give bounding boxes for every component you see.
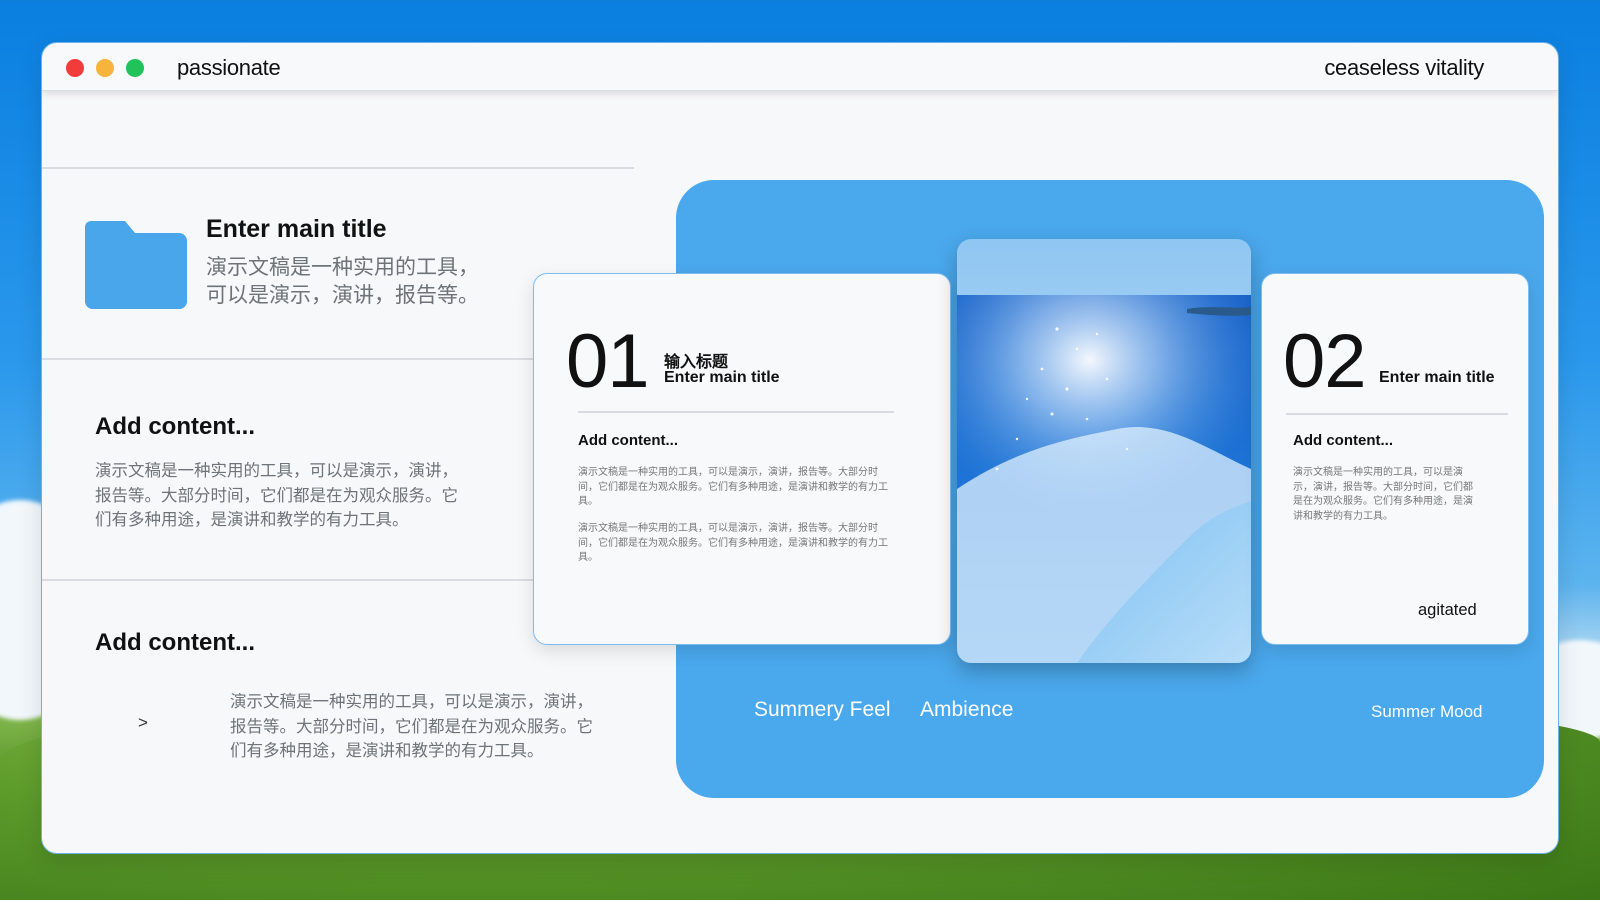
window-right-label: ceaseless vitality	[1324, 55, 1484, 80]
title-bar: passionate ceaseless vitality	[42, 43, 1558, 91]
panel-label-ambience: Ambience	[920, 698, 1014, 721]
main-text-line: 演示文稿是一种实用的工具，	[206, 256, 479, 279]
card-title-en: Enter main title	[1379, 369, 1495, 386]
content-text-line: 演示文稿是一种实用的工具，可以是演示，演讲，	[95, 462, 458, 480]
close-button[interactable]	[66, 59, 84, 77]
divider	[42, 579, 542, 581]
card-number: 01	[566, 319, 650, 404]
sea-photo-image	[957, 239, 1251, 663]
card-01: 01 输入标题 Enter main title Add content... …	[533, 273, 951, 645]
minimize-button[interactable]	[96, 59, 114, 77]
divider	[42, 358, 542, 360]
card-02: 02 Enter main title Add content... 演示文稿是…	[1261, 273, 1529, 645]
app-window: passionate ceaseless vitality Enter main…	[41, 42, 1559, 854]
content-text-line: 们有多种用途，是演讲和教学的有力工具。	[230, 742, 544, 760]
card-footer-label: agitated	[1418, 601, 1477, 619]
chevron-right-icon[interactable]: >	[138, 713, 148, 733]
card-number: 02	[1283, 319, 1367, 404]
maximize-button[interactable]	[126, 59, 144, 77]
main-text-line: 可以是演示，演讲，报告等。	[206, 284, 479, 307]
window-title: passionate	[177, 55, 281, 80]
content-text-line: 报告等。大部分时间，它们都是在为观众服务。它	[230, 718, 593, 736]
card-divider	[1286, 413, 1508, 415]
sea-photo	[957, 239, 1251, 663]
divider	[42, 167, 634, 169]
card-divider	[578, 411, 894, 413]
card-paragraph: 演示文稿是一种实用的工具，可以是演示，演讲，报告等。大部分时间，它们都是在为观众…	[578, 523, 888, 563]
card-subtitle: Add content...	[578, 432, 678, 449]
content-text-line: 报告等。大部分时间，它们都是在为观众服务。它	[95, 487, 458, 505]
card-paragraph: 演示文稿是一种实用的工具，可以是演示，演讲，报告等。大部分时间，它们都是在为观众…	[578, 467, 888, 507]
content-text-line: 们有多种用途，是演讲和教学的有力工具。	[95, 511, 409, 529]
content-title: Add content...	[95, 413, 255, 440]
card-paragraph: 演示文稿是一种实用的工具，可以是演示，演讲，报告等。大部分时间，它们都是在为观众…	[1293, 467, 1473, 522]
card-subtitle: Add content...	[1293, 432, 1393, 449]
panel-label-summery-feel: Summery Feel	[754, 698, 891, 721]
content-text-line: 演示文稿是一种实用的工具，可以是演示，演讲，	[230, 693, 593, 711]
content-title: Add content...	[95, 629, 255, 656]
card-title-en: Enter main title	[664, 369, 780, 386]
folder-icon	[85, 221, 187, 309]
panel-label-summer-mood: Summer Mood	[1371, 702, 1483, 721]
main-title: Enter main title	[206, 215, 387, 243]
